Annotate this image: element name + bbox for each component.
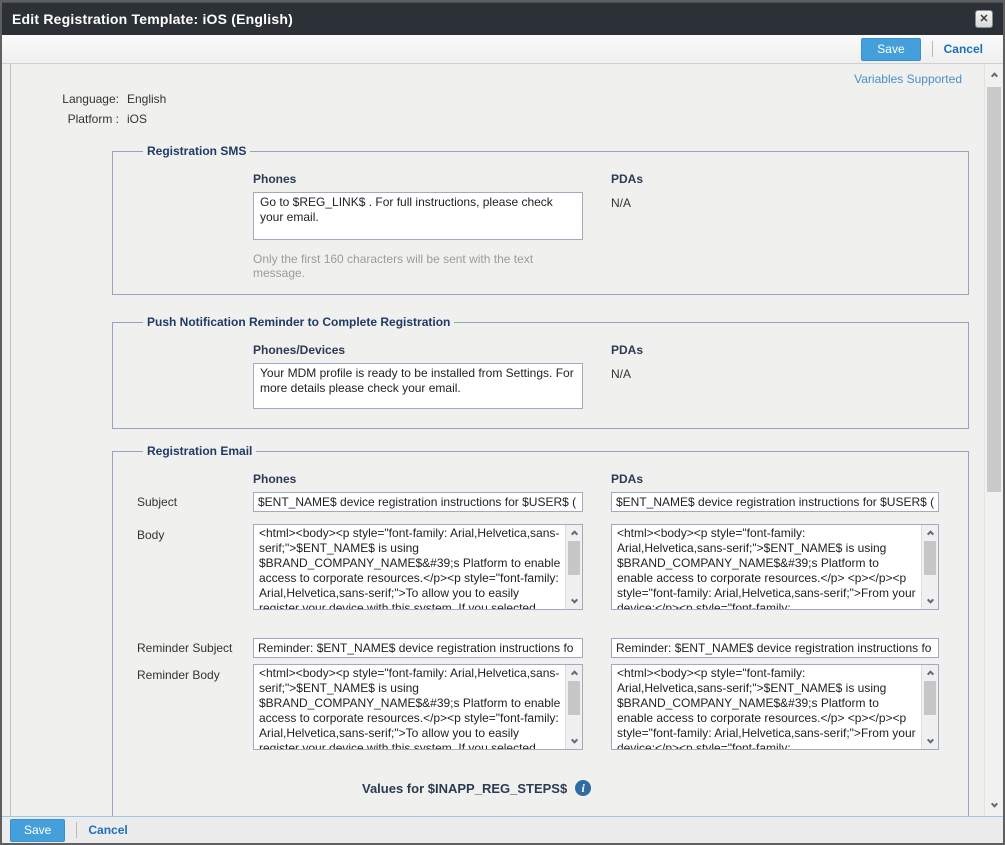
sms-pdas-value: N/A [611, 196, 939, 210]
scroll-up-icon[interactable] [922, 665, 938, 680]
top-toolbar: Save Cancel [2, 35, 1003, 64]
body-pdas-textarea[interactable]: <html><body><p style="font-family: Arial… [611, 524, 939, 610]
email-pdas-header: PDAs [611, 472, 939, 486]
push-pdas-header: PDAs [611, 343, 939, 357]
scroll-up-icon[interactable] [922, 525, 938, 540]
registration-sms-section: Registration SMS Phones PDAs Go to $REG_… [112, 144, 969, 295]
sms-phones-header: Phones [253, 172, 583, 186]
inapp-reg-steps-label: Values for $INAPP_REG_STEPS$ [362, 781, 567, 796]
reminder-body-pdas-scrollbar[interactable] [921, 665, 938, 749]
body-phones-scrollbar[interactable] [565, 525, 582, 609]
inapp-reg-steps-row: Values for $INAPP_REG_STEPS$ i [362, 780, 954, 796]
scroll-down-icon[interactable] [922, 594, 938, 609]
main-scrollbar-thumb[interactable] [987, 87, 1001, 492]
bottom-toolbar: Save Cancel [2, 816, 1003, 843]
footer-divider [76, 822, 77, 838]
reminder-body-phones-textarea[interactable]: <html><body><p style="font-family: Arial… [253, 664, 583, 750]
sms-phones-textarea[interactable]: Go to $REG_LINK$ . For full instructions… [253, 192, 583, 240]
platform-label: Platform : [11, 110, 119, 128]
registration-email-legend: Registration Email [143, 444, 256, 458]
scrollbar-thumb[interactable] [924, 681, 936, 715]
scroll-down-icon[interactable] [566, 594, 582, 609]
registration-sms-legend: Registration SMS [143, 144, 250, 158]
body-phones-textarea[interactable]: <html><body><p style="font-family: Arial… [253, 524, 583, 610]
push-notification-legend: Push Notification Reminder to Complete R… [143, 315, 454, 329]
subject-pdas-input[interactable] [611, 492, 939, 512]
push-notification-section: Push Notification Reminder to Complete R… [112, 315, 969, 429]
scrollbar-thumb[interactable] [568, 681, 580, 715]
reminder-body-pdas-textarea[interactable]: <html><body><p style="font-family: Arial… [611, 664, 939, 750]
info-icon[interactable]: i [575, 780, 591, 796]
email-phones-header: Phones [253, 472, 583, 486]
edit-registration-template-dialog: Edit Registration Template: iOS (English… [0, 0, 1005, 845]
save-button-top[interactable]: Save [861, 38, 920, 61]
body-pdas-scrollbar[interactable] [921, 525, 938, 609]
scroll-down-icon[interactable] [566, 734, 582, 749]
platform-value: iOS [127, 110, 147, 128]
dialog-title: Edit Registration Template: iOS (English… [12, 11, 293, 27]
scroll-down-icon[interactable] [985, 797, 1003, 814]
variables-supported-row: Variables Supported [11, 70, 984, 88]
reminder-subject-label: Reminder Subject [127, 610, 253, 655]
save-button-bottom[interactable]: Save [10, 819, 65, 842]
cancel-link-bottom[interactable]: Cancel [88, 823, 127, 837]
reminder-subject-pdas-input[interactable] [611, 638, 939, 658]
push-phones-header: Phones/Devices [253, 343, 583, 357]
close-icon[interactable]: ✕ [975, 10, 993, 28]
reminder-body-label: Reminder Body [127, 658, 253, 682]
subject-label: Subject [127, 492, 253, 509]
toolbar-divider [932, 41, 933, 57]
scroll-up-icon[interactable] [985, 66, 1003, 83]
dialog-content: Variables Supported Language: English Pl… [2, 64, 1003, 816]
scroll-up-icon[interactable] [566, 665, 582, 680]
reminder-subject-phones-input[interactable] [253, 638, 583, 658]
push-pdas-value: N/A [611, 367, 939, 381]
form-area: Variables Supported Language: English Pl… [10, 64, 984, 816]
subject-phones-input[interactable] [253, 492, 583, 512]
language-row: Language: English [11, 90, 984, 108]
dialog-titlebar: Edit Registration Template: iOS (English… [2, 2, 1003, 35]
scrollbar-thumb[interactable] [568, 541, 580, 575]
body-label: Body [127, 512, 253, 542]
main-vertical-scrollbar[interactable] [984, 64, 1003, 816]
variables-supported-link[interactable]: Variables Supported [854, 72, 962, 86]
language-label: Language: [11, 90, 119, 108]
scroll-up-icon[interactable] [566, 525, 582, 540]
sms-character-note: Only the first 160 characters will be se… [253, 252, 583, 280]
scrollbar-thumb[interactable] [924, 541, 936, 575]
reminder-body-phones-scrollbar[interactable] [565, 665, 582, 749]
registration-email-section: Registration Email Phones PDAs Subject B… [112, 444, 969, 816]
sms-pdas-header: PDAs [611, 172, 939, 186]
platform-row: Platform : iOS [11, 110, 984, 128]
language-value: English [127, 90, 166, 108]
cancel-link-top[interactable]: Cancel [944, 42, 983, 56]
scroll-down-icon[interactable] [922, 734, 938, 749]
push-phones-textarea[interactable]: Your MDM profile is ready to be installe… [253, 363, 583, 409]
